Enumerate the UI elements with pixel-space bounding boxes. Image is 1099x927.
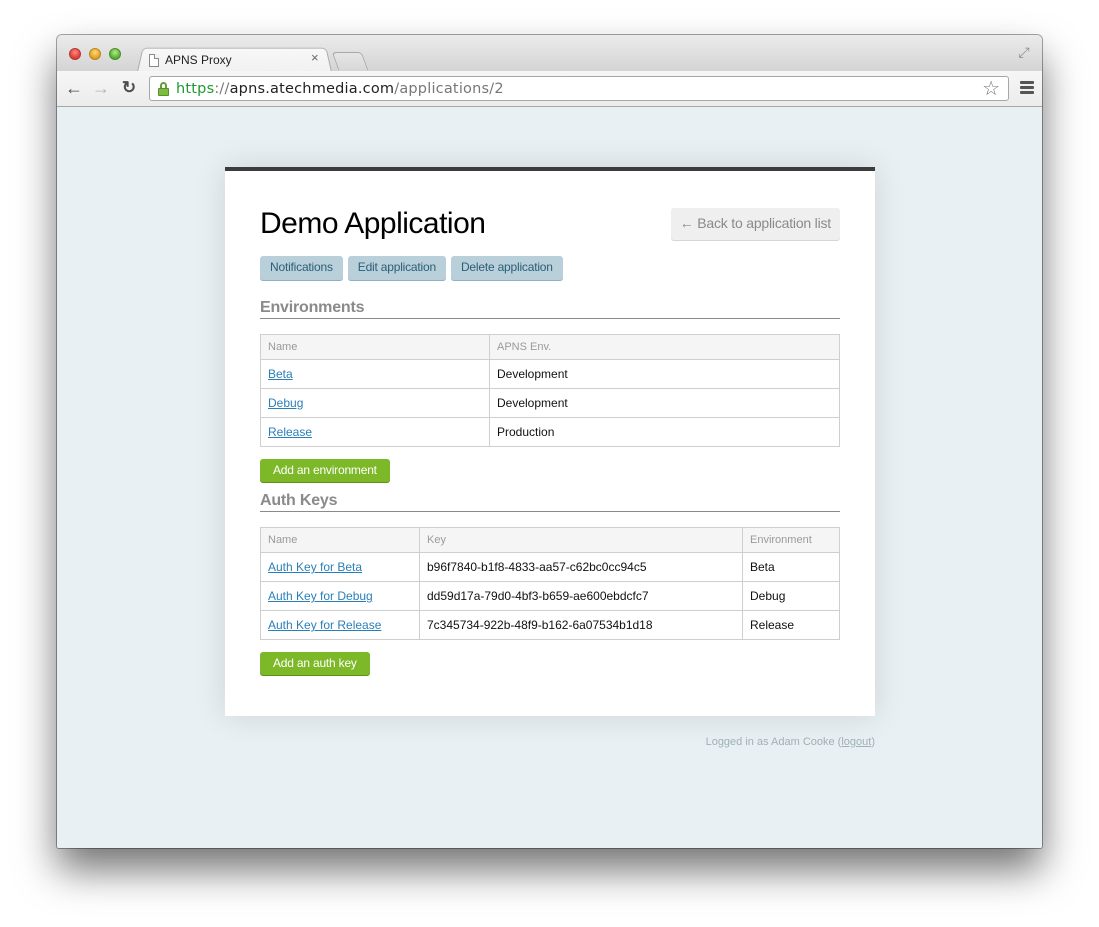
window-close-button[interactable] (69, 48, 81, 60)
add-environment-button[interactable]: Add an environment (260, 459, 390, 482)
table-row: Auth Key for Beta b96f7840-b1f8-4833-aa5… (260, 552, 840, 582)
tab-title: APNS Proxy (165, 53, 232, 67)
table-row: Release Production (260, 417, 840, 447)
column-header-key: Key (419, 527, 743, 553)
auth-keys-table: Name Key Environment Auth Key for Beta b… (260, 527, 840, 640)
env-name-cell: Beta (260, 359, 490, 389)
back-arrow-icon[interactable]: ← (64, 78, 84, 98)
auth-key-link-release[interactable]: Auth Key for Release (268, 618, 381, 632)
column-header-name: Name (260, 527, 420, 553)
notifications-button[interactable]: Notifications (260, 256, 343, 280)
application-card: Demo Application ← Back to application l… (225, 167, 875, 716)
table-row: Auth Key for Release 7c345734-922b-48f9-… (260, 610, 840, 640)
address-bar[interactable]: https://apns.atechmedia.com/applications… (149, 76, 1009, 101)
title-bar: APNS Proxy × ⤢ (57, 35, 1042, 72)
url-path: /applications/2 (394, 80, 504, 97)
table-row: Beta Development (260, 359, 840, 389)
url-text[interactable]: https://apns.atechmedia.com/applications… (176, 81, 504, 97)
table-row: Auth Key for Debug dd59d17a-79d0-4bf3-b6… (260, 581, 840, 611)
auth-key-name-cell: Auth Key for Beta (260, 552, 420, 582)
edit-application-button[interactable]: Edit application (347, 256, 446, 280)
environment-link-beta[interactable]: Beta (268, 367, 293, 381)
delete-application-button[interactable]: Delete application (450, 256, 563, 280)
auth-key-value-cell: 7c345734-922b-48f9-b162-6a07534b1d18 (419, 610, 743, 640)
browser-tab-content[interactable]: APNS Proxy (149, 51, 329, 69)
apns-env-cell: Production (489, 417, 840, 447)
url-separator: :// (214, 80, 230, 97)
new-tab-button[interactable] (331, 52, 369, 70)
auth-key-environment-cell: Beta (742, 552, 840, 582)
back-to-list-button[interactable]: ← Back to application list (670, 208, 840, 240)
browser-window: APNS Proxy × ⤢ ← → ↻ https://apns.atechm… (57, 35, 1042, 848)
window-zoom-button[interactable] (109, 48, 121, 60)
column-header-name: Name (260, 334, 490, 360)
auth-key-environment-cell: Release (742, 610, 840, 640)
logged-in-status: Logged in as Adam Cooke (logout) (706, 736, 875, 748)
table-header-row: Name Key Environment (260, 527, 840, 553)
column-header-environment: Environment (742, 527, 840, 553)
tab-close-icon[interactable]: × (311, 50, 319, 65)
apns-env-cell: Development (489, 359, 840, 389)
auth-key-value-cell: dd59d17a-79d0-4bf3-b659-ae600ebdcfc7 (419, 581, 743, 611)
url-host: apns.atechmedia.com (229, 80, 395, 97)
window-minimize-button[interactable] (89, 48, 101, 60)
auth-keys-heading: Auth Keys (260, 492, 840, 512)
env-name-cell: Release (260, 417, 490, 447)
auth-key-link-beta[interactable]: Auth Key for Beta (268, 560, 362, 574)
auth-key-name-cell: Auth Key for Debug (260, 581, 420, 611)
auth-key-value-cell: b96f7840-b1f8-4833-aa57-c62bc0cc94c5 (419, 552, 743, 582)
page-title: Demo Application (260, 207, 486, 240)
url-scheme: https (176, 80, 215, 97)
environment-link-release[interactable]: Release (268, 425, 312, 439)
page-icon (149, 53, 159, 67)
logout-link[interactable]: logout (841, 736, 871, 748)
logged-in-suffix: ) (871, 736, 875, 748)
logged-in-text: Logged in as Adam Cooke ( (705, 736, 842, 748)
env-name-cell: Debug (260, 388, 490, 418)
hamburger-menu-icon[interactable] (1020, 81, 1034, 95)
lock-icon (158, 81, 169, 96)
auth-key-environment-cell: Debug (742, 581, 840, 611)
auth-key-name-cell: Auth Key for Release (260, 610, 420, 640)
browser-toolbar: ← → ↻ https://apns.atechmedia.com/applic… (57, 71, 1042, 107)
table-header-row: Name APNS Env. (260, 334, 840, 360)
environments-heading: Environments (260, 299, 840, 319)
auth-key-link-debug[interactable]: Auth Key for Debug (268, 589, 373, 603)
application-actions: Notifications Edit application Delete ap… (260, 256, 563, 280)
bookmark-star-icon[interactable]: ☆ (982, 78, 1000, 100)
page-viewport: Demo Application ← Back to application l… (57, 108, 1042, 848)
forward-arrow-icon[interactable]: → (91, 78, 111, 98)
fullscreen-icon[interactable]: ⤢ (1016, 44, 1032, 60)
reload-icon[interactable]: ↻ (119, 78, 139, 98)
add-auth-key-button[interactable]: Add an auth key (260, 652, 370, 675)
column-header-apns-env: APNS Env. (489, 334, 840, 360)
apns-env-cell: Development (489, 388, 840, 418)
environments-table: Name APNS Env. Beta Development Debug De… (260, 334, 840, 447)
table-row: Debug Development (260, 388, 840, 418)
environment-link-debug[interactable]: Debug (268, 396, 303, 410)
